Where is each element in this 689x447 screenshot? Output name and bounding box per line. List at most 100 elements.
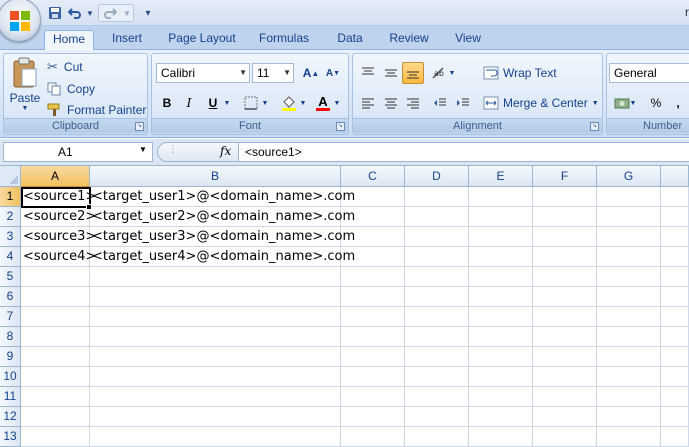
cell-d4[interactable] (405, 247, 469, 267)
tab-view[interactable]: View (446, 30, 490, 50)
percent-style-button[interactable]: % (645, 92, 667, 114)
clipboard-dialog-launcher-icon[interactable]: ↘ (135, 122, 144, 131)
cell-f13[interactable] (533, 427, 597, 447)
cell-e10[interactable] (469, 367, 533, 387)
font-name-select[interactable]: Calibri ▼ (156, 63, 250, 83)
undo-icon[interactable] (66, 4, 84, 22)
fill-color-icon[interactable] (278, 92, 300, 114)
name-box-dropdown-icon[interactable]: ▼ (139, 145, 147, 154)
cell-b12[interactable] (90, 407, 341, 427)
cell-a11[interactable] (21, 387, 90, 407)
align-bottom-icon[interactable] (402, 62, 424, 84)
row-header-10[interactable]: 10 (0, 367, 21, 387)
merge-center-button[interactable]: Merge & Center ▼ (483, 94, 599, 112)
cell-e4[interactable] (469, 247, 533, 267)
column-header-a[interactable]: A (21, 166, 90, 187)
row-header-6[interactable]: 6 (0, 287, 21, 307)
cell-e6[interactable] (469, 287, 533, 307)
cell-c6[interactable] (341, 287, 405, 307)
cell-b8[interactable] (90, 327, 341, 347)
cell-b13[interactable] (90, 427, 341, 447)
cell-g6[interactable] (597, 287, 661, 307)
fill-handle[interactable] (86, 204, 92, 210)
format-painter-button[interactable]: Format Painter (47, 101, 146, 119)
cell-a3[interactable]: <source3> (21, 227, 96, 247)
column-header-d[interactable]: D (405, 166, 469, 187)
cell-d6[interactable] (405, 287, 469, 307)
cell-a7[interactable] (21, 307, 90, 327)
cell-a9[interactable] (21, 347, 90, 367)
cell-b1[interactable]: <target_user1>@<domain_name>.com (90, 187, 355, 207)
cell-g8[interactable] (597, 327, 661, 347)
save-icon[interactable] (46, 4, 64, 22)
row-header-4[interactable]: 4 (0, 247, 21, 267)
cell-b7[interactable] (90, 307, 341, 327)
cell-f11[interactable] (533, 387, 597, 407)
column-header-g[interactable]: G (597, 166, 661, 187)
cell-a12[interactable] (21, 407, 90, 427)
cell-c3[interactable] (341, 227, 405, 247)
select-all-button[interactable] (0, 166, 21, 187)
cell-a4[interactable]: <source4> (21, 247, 96, 267)
cell-c5[interactable] (341, 267, 405, 287)
cell-b9[interactable] (90, 347, 341, 367)
row-header-12[interactable]: 12 (0, 407, 21, 427)
tab-data[interactable]: Data (327, 30, 373, 50)
cell-d2[interactable] (405, 207, 469, 227)
row-header-5[interactable]: 5 (0, 267, 21, 287)
number-format-select[interactable]: General (609, 63, 689, 83)
undo-dropdown-icon[interactable]: ▼ (85, 4, 95, 22)
tab-formulas[interactable]: Formulas (253, 30, 315, 50)
cell-g10[interactable] (597, 367, 661, 387)
copy-button[interactable]: Copy (47, 80, 95, 98)
shrink-font-icon[interactable]: A ▼ (322, 62, 344, 84)
font-size-select[interactable]: 11 ▼ (252, 63, 294, 83)
cell-d7[interactable] (405, 307, 469, 327)
accounting-format-icon[interactable]: ▼ (611, 92, 639, 114)
decrease-indent-icon[interactable] (429, 92, 451, 114)
cell-d9[interactable] (405, 347, 469, 367)
cell-d10[interactable] (405, 367, 469, 387)
borders-icon[interactable] (240, 92, 262, 114)
orientation-icon[interactable]: ab ▼ (429, 62, 457, 84)
align-center-icon[interactable] (380, 92, 402, 114)
cell-b10[interactable] (90, 367, 341, 387)
align-left-icon[interactable] (357, 92, 379, 114)
cell-e2[interactable] (469, 207, 533, 227)
grow-font-icon[interactable]: A ▲ (300, 62, 322, 84)
paste-button[interactable]: Paste ▼ (7, 57, 43, 119)
borders-dropdown-icon[interactable]: ▼ (260, 92, 270, 114)
row-header-8[interactable]: 8 (0, 327, 21, 347)
italic-button[interactable]: I (178, 92, 200, 114)
row-header-13[interactable]: 13 (0, 427, 21, 447)
cell-a8[interactable] (21, 327, 90, 347)
row-header-3[interactable]: 3 (0, 227, 21, 247)
font-color-dropdown-icon[interactable]: ▼ (332, 92, 342, 114)
cell-g1[interactable] (597, 187, 661, 207)
align-right-icon[interactable] (402, 92, 424, 114)
redo-button[interactable]: ▼ (98, 4, 134, 22)
cell-g9[interactable] (597, 347, 661, 367)
cell-a1[interactable]: <source1> (21, 187, 96, 207)
fill-color-dropdown-icon[interactable]: ▼ (298, 92, 308, 114)
comma-style-button[interactable]: , (667, 92, 689, 114)
increase-indent-icon[interactable] (452, 92, 474, 114)
cell-b6[interactable] (90, 287, 341, 307)
underline-button[interactable]: U (202, 92, 224, 114)
cell-b3[interactable]: <target_user3>@<domain_name>.com (90, 227, 355, 247)
cell-f9[interactable] (533, 347, 597, 367)
cell-g12[interactable] (597, 407, 661, 427)
cell-c11[interactable] (341, 387, 405, 407)
row-header-11[interactable]: 11 (0, 387, 21, 407)
cell-b11[interactable] (90, 387, 341, 407)
cell-g2[interactable] (597, 207, 661, 227)
font-color-icon[interactable]: A (312, 92, 334, 114)
cell-b5[interactable] (90, 267, 341, 287)
row-header-2[interactable]: 2 (0, 207, 21, 227)
cell-f4[interactable] (533, 247, 597, 267)
cell-f8[interactable] (533, 327, 597, 347)
column-header-b[interactable]: B (90, 166, 341, 187)
row-header-7[interactable]: 7 (0, 307, 21, 327)
alignment-dialog-launcher-icon[interactable]: ↘ (590, 122, 599, 131)
cell-c12[interactable] (341, 407, 405, 427)
